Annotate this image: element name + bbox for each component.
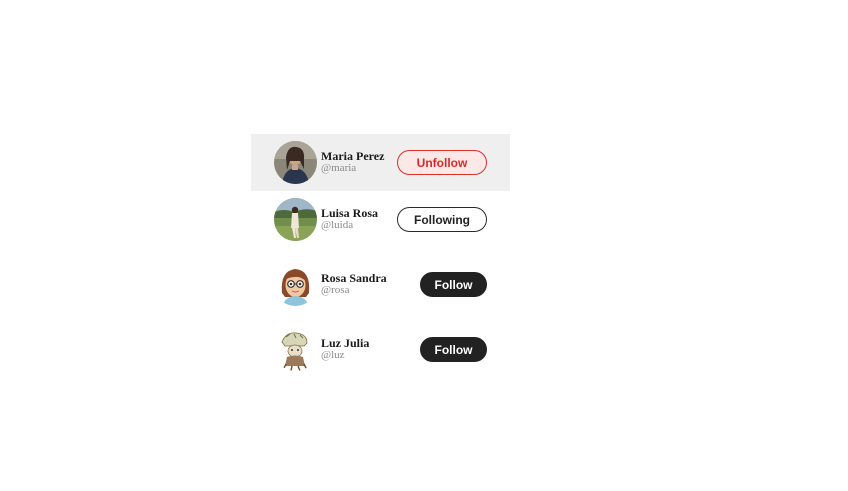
unfollow-button[interactable]: Unfollow (397, 150, 487, 175)
user-handle: @maria (321, 162, 357, 175)
user-handle: @luida (321, 219, 354, 232)
user-info: Rosa Sandra @rosa (321, 272, 420, 296)
follow-list: Maria Perez @maria Unfollow Luisa Rosa @… (251, 134, 510, 386)
user-card: Maria Perez @maria Unfollow (251, 134, 510, 191)
avatar (274, 263, 317, 306)
user-card-content: Luz Julia @luz Follow (274, 328, 487, 371)
page: Maria Perez @maria Unfollow Luisa Rosa @… (0, 0, 848, 491)
follow-button[interactable]: Follow (420, 337, 487, 362)
user-card: Luz Julia @luz Follow (251, 321, 510, 386)
user-card: Rosa Sandra @rosa Follow (251, 256, 510, 321)
user-card-content: Luisa Rosa @luida Following (274, 198, 487, 241)
user-card-content: Maria Perez @maria Unfollow (274, 141, 487, 184)
user-handle: @rosa (321, 284, 350, 297)
avatar (274, 141, 317, 184)
user-card-content: Rosa Sandra @rosa Follow (274, 263, 487, 306)
user-info: Maria Perez @maria (321, 150, 397, 174)
avatar (274, 328, 317, 371)
user-card: Luisa Rosa @luida Following (251, 191, 510, 256)
avatar (274, 198, 317, 241)
user-handle: @luz (321, 349, 345, 362)
following-button[interactable]: Following (397, 207, 487, 232)
user-info: Luisa Rosa @luida (321, 207, 397, 231)
follow-button[interactable]: Follow (420, 272, 487, 297)
user-info: Luz Julia @luz (321, 337, 420, 361)
